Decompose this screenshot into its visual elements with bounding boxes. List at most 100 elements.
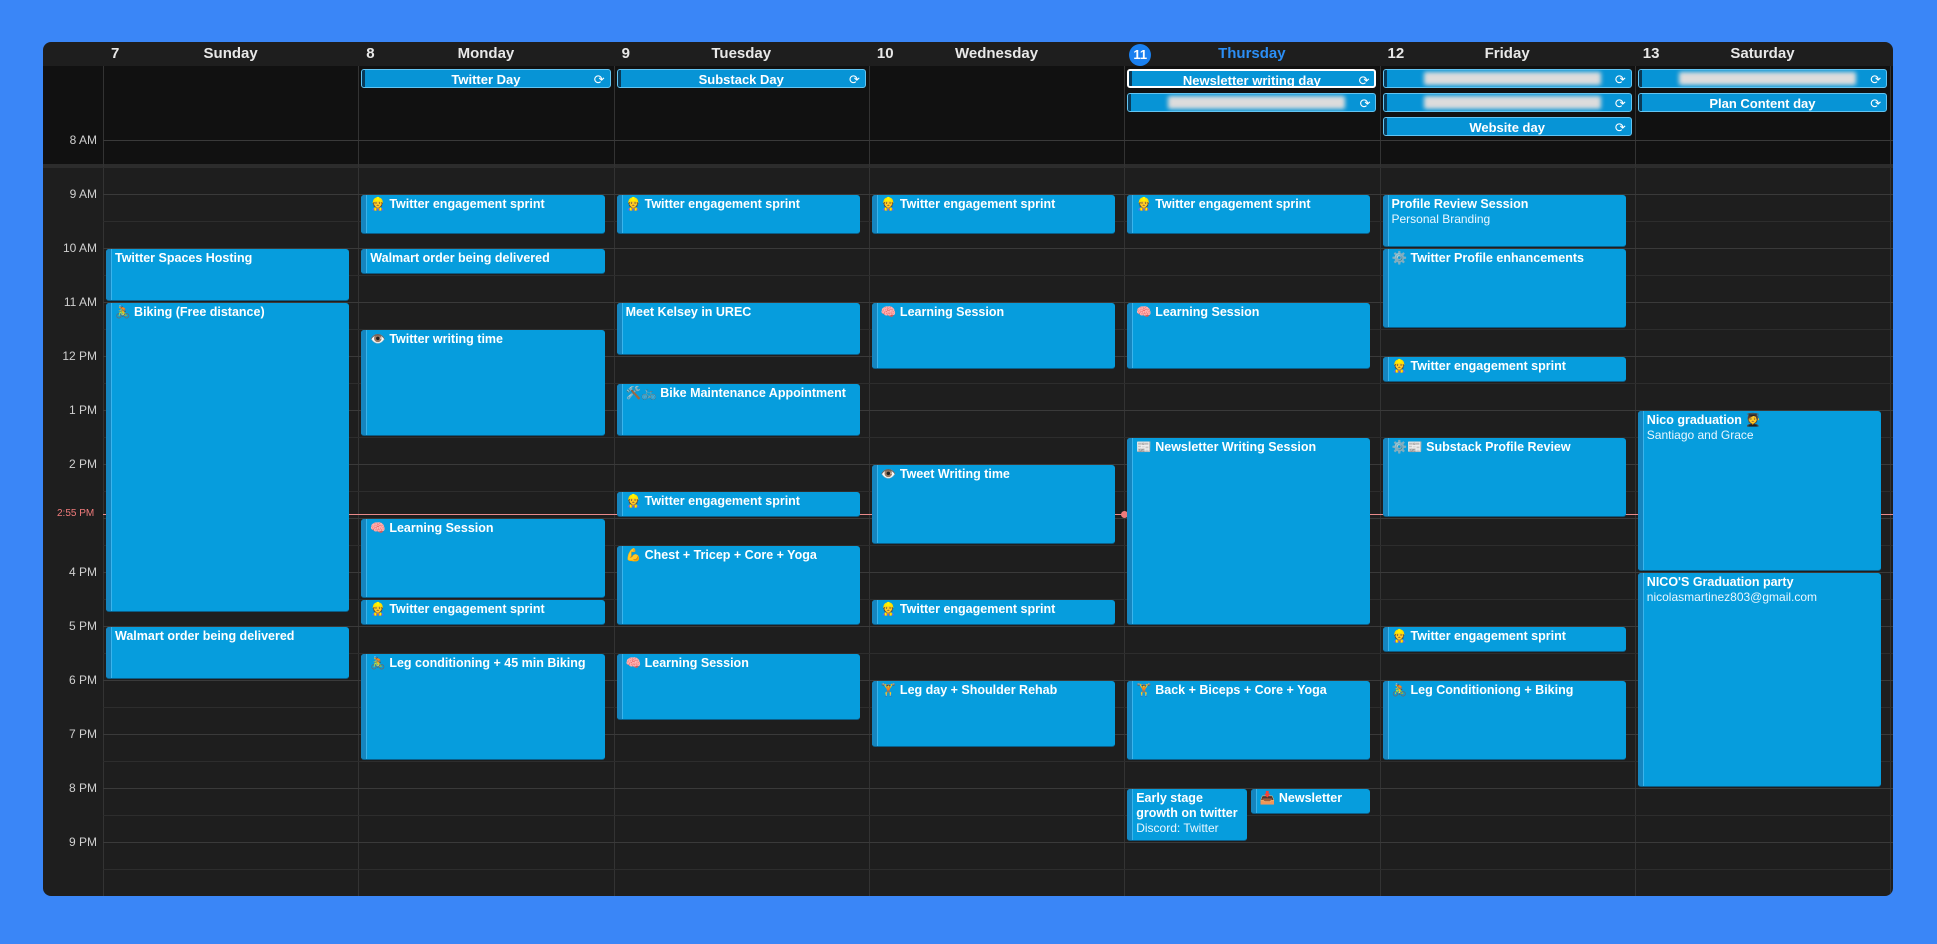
repeat-icon: ⟳ [1870, 96, 1882, 111]
event-color-bar [1383, 118, 1387, 135]
event-color-bar [1382, 627, 1389, 651]
all-day-event-title: Newsletter writing day [1182, 73, 1321, 88]
event-color-bar [1637, 411, 1644, 570]
redacted-title-blur [1423, 72, 1601, 85]
repeat-icon: ⟳ [1614, 72, 1626, 87]
column-divider [1890, 66, 1892, 896]
event-color-bar [1127, 303, 1134, 368]
calendar-event[interactable]: 🧠 Learning Session [1127, 303, 1371, 369]
repeat-icon: ⟳ [848, 72, 860, 87]
day-header-friday[interactable]: Friday 12 [1380, 42, 1635, 66]
day-header-tuesday[interactable]: Tuesday 9 [614, 42, 869, 66]
calendar-event[interactable]: 🛠️🚲 Bike Maintenance Appointment [616, 384, 860, 436]
all-day-event[interactable]: Plan Content day ⟳ [1637, 93, 1888, 112]
event-title: 🛠️🚲 Bike Maintenance Appointment [625, 386, 846, 400]
event-color-bar [106, 627, 112, 678]
event-title: 👷 Twitter engagement sprint [625, 494, 800, 508]
day-number: 8 [366, 45, 375, 62]
calendar-event[interactable]: 🚴 Leg conditioning + 45 min Biking [361, 654, 605, 760]
event-color-bar [617, 70, 621, 87]
all-day-event-title: Substack Day [698, 72, 784, 87]
calendar-event[interactable]: 📰 Newsletter Writing Session [1127, 438, 1371, 625]
calendar-event[interactable]: 👷 Twitter engagement sprint [871, 600, 1116, 625]
event-title: 🚴 Biking (Free distance) [115, 305, 265, 319]
calendar-event[interactable]: Walmart order being delivered [106, 627, 350, 679]
calendar-event[interactable]: 👷 Twitter engagement sprint [871, 195, 1116, 234]
all-day-event[interactable]: Newsletter writing day ⟳ [1127, 69, 1377, 88]
all-day-event-redacted[interactable]: ⟳ [1382, 69, 1632, 88]
event-color-bar [361, 600, 368, 624]
calendar-event[interactable]: 👷 Twitter engagement sprint [1382, 357, 1626, 382]
calendar-event[interactable]: 👷 Twitter engagement sprint [616, 492, 860, 517]
event-title: 👷 Twitter engagement sprint [1136, 197, 1311, 211]
calendar-event[interactable]: 🧠 Learning Session [616, 654, 860, 720]
day-header-sunday[interactable]: Sunday 7 [103, 42, 358, 66]
all-day-event-title: Twitter Day [451, 72, 521, 87]
calendar-event[interactable]: Early stage growth on twitter Discord: Tw… [1127, 789, 1247, 841]
all-day-event-title: Website day [1469, 120, 1545, 135]
calendar-event[interactable]: 🚴 Leg Conditioniong + Biking [1382, 681, 1626, 760]
calendar-event[interactable]: 🏋️ Leg day + Shoulder Rehab [871, 681, 1116, 747]
hour-label: 8 AM [69, 133, 97, 147]
day-number: 13 [1642, 45, 1660, 62]
event-title: 👷 Twitter engagement sprint [370, 197, 545, 211]
event-title: 👁️ Tweet Writing time [880, 467, 1010, 481]
hour-line [103, 788, 1893, 789]
calendar-event[interactable]: 💪 Chest + Tricep + Core + Yoga [616, 546, 860, 625]
event-title: 👷 Twitter engagement sprint [370, 602, 545, 616]
event-color-bar [106, 303, 112, 611]
repeat-icon: ⟳ [1359, 96, 1371, 111]
calendar-event[interactable]: 👷 Twitter engagement sprint [1127, 195, 1371, 234]
event-color-bar [1382, 438, 1389, 516]
day-header-thursday[interactable]: Thursday 11 [1124, 42, 1379, 66]
hour-label: 8 PM [68, 781, 97, 795]
all-day-event[interactable]: Twitter Day ⟳ [361, 69, 611, 88]
calendar-event[interactable]: 🚴 Biking (Free distance) [106, 303, 350, 612]
calendar-event[interactable]: ⚙️ Twitter Profile enhancements [1382, 249, 1626, 328]
event-color-bar [1127, 789, 1134, 840]
calendar-event[interactable]: Profile Review Session Personal Branding [1382, 195, 1626, 247]
calendar-event[interactable]: ⚙️📰 Substack Profile Review [1382, 438, 1626, 517]
calendar-event[interactable]: 👁️ Twitter writing time [361, 330, 605, 436]
calendar-event[interactable]: Walmart order being delivered [361, 249, 605, 274]
event-color-bar [1638, 94, 1642, 111]
calendar-event[interactable]: NICO'S Graduation party nicolasmartinez80… [1637, 573, 1882, 787]
calendar-event[interactable]: 👁️ Tweet Writing time [871, 465, 1116, 544]
event-color-bar [1383, 70, 1387, 87]
event-title: Walmart order being delivered [370, 251, 550, 265]
calendar-event[interactable]: Meet Kelsey in UREC [616, 303, 860, 355]
all-day-event[interactable]: Website day ⟳ [1382, 117, 1632, 136]
day-header-wednesday[interactable]: Wednesday 10 [869, 42, 1124, 66]
calendar-event[interactable]: 👷 Twitter engagement sprint [1382, 627, 1626, 652]
event-color-bar [871, 303, 878, 368]
calendar-event[interactable]: 📥 Newsletter [1250, 789, 1371, 814]
hour-label: 5 PM [68, 619, 97, 633]
calendar-event[interactable]: 👷 Twitter engagement sprint [616, 195, 860, 234]
calendar-event[interactable]: 👷 Twitter engagement sprint [361, 600, 605, 625]
event-color-bar [362, 70, 366, 87]
calendar-event[interactable]: 👷 Twitter engagement sprint [361, 195, 605, 234]
calendar-event[interactable]: 🧠 Learning Session [361, 519, 605, 598]
event-color-bar [616, 195, 623, 233]
calendar-event[interactable]: 🧠 Learning Session [871, 303, 1116, 369]
event-color-bar [871, 600, 878, 624]
event-title: NICO'S Graduation party [1646, 575, 1794, 589]
column-divider [1379, 66, 1381, 896]
half-hour-line [103, 761, 1893, 762]
all-day-event[interactable]: Substack Day ⟳ [616, 69, 866, 88]
event-title: ⚙️ Twitter Profile enhancements [1391, 251, 1584, 265]
calendar-event[interactable]: Twitter Spaces Hosting [106, 249, 350, 301]
event-subtitle: Personal Branding [1391, 212, 1491, 226]
calendar-event[interactable]: 🏋️ Back + Biceps + Core + Yoga [1127, 681, 1371, 760]
calendar-event[interactable]: Nico graduation 🧑‍🎓 Santiago and Grace [1637, 411, 1882, 571]
all-day-event-redacted[interactable]: ⟳ [1127, 93, 1377, 112]
event-color-bar [1129, 71, 1133, 86]
day-header-saturday[interactable]: Saturday 13 [1635, 42, 1890, 66]
day-header-monday[interactable]: Monday 8 [358, 42, 613, 66]
event-color-bar [1127, 195, 1134, 233]
event-color-bar [1382, 681, 1389, 759]
event-color-bar [1383, 94, 1387, 111]
all-day-event-redacted[interactable]: ⟳ [1382, 93, 1632, 112]
day-name: Wednesday [954, 45, 1039, 62]
all-day-event-redacted[interactable]: ⟳ [1637, 69, 1888, 88]
